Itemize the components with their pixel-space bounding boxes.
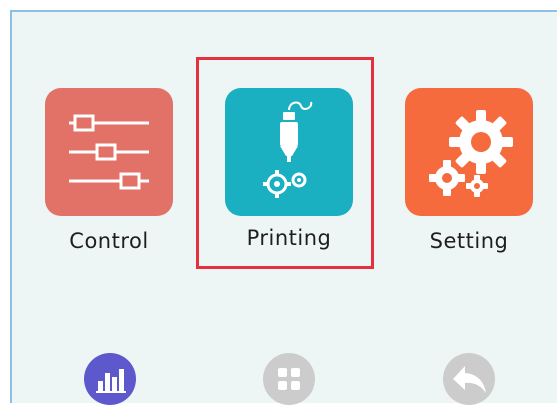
main-menu-screen: Control Printing Setting bbox=[10, 10, 557, 405]
setting-tile[interactable] bbox=[405, 88, 533, 216]
gears-icon bbox=[429, 110, 513, 197]
home-button[interactable] bbox=[263, 353, 315, 405]
printing-tile[interactable] bbox=[225, 88, 353, 216]
grid-icon bbox=[263, 353, 315, 405]
setting-label: Setting bbox=[429, 229, 509, 253]
control-tile[interactable] bbox=[45, 88, 173, 216]
back-arrow-icon bbox=[443, 353, 495, 405]
control-label: Control bbox=[69, 229, 149, 253]
bar-chart-icon bbox=[84, 353, 136, 405]
sliders-icon bbox=[69, 114, 149, 190]
stats-button[interactable] bbox=[84, 353, 136, 405]
print-head-icon bbox=[263, 101, 313, 198]
printing-label: Printing bbox=[246, 226, 332, 250]
back-button[interactable] bbox=[443, 353, 495, 405]
